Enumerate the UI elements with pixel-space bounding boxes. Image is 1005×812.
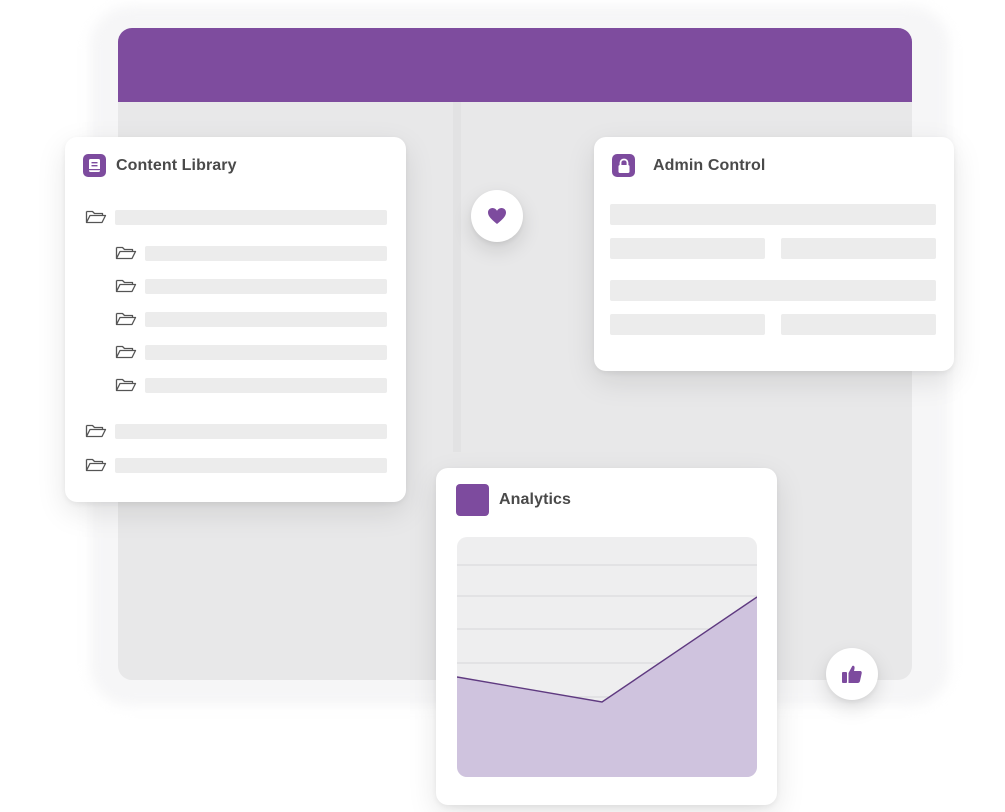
thumbs-up-icon: [842, 665, 862, 683]
form-field-placeholder: [610, 204, 936, 225]
admin-control-header: Admin Control: [612, 154, 765, 177]
form-field-placeholder: [781, 238, 936, 259]
folder-label-placeholder: [115, 210, 387, 225]
window-header-bar: [118, 28, 912, 102]
content-library-header: Content Library: [83, 154, 237, 177]
folder-label-placeholder: [145, 378, 387, 393]
folder-label-placeholder: [115, 424, 387, 439]
folder-open-icon: [85, 458, 107, 472]
book-icon: [83, 154, 106, 177]
analytics-header: Analytics: [456, 484, 571, 516]
folder-open-icon: [115, 312, 137, 326]
analytics-card: Analytics: [436, 468, 777, 805]
heart-icon: [488, 208, 506, 224]
folder-open-icon: [115, 378, 137, 392]
lock-icon: [612, 154, 635, 177]
folder-open-icon: [115, 246, 137, 260]
form-field-placeholder: [610, 314, 765, 335]
illustration-stage: Content Library Admin Control Analytics: [0, 0, 1005, 812]
content-library-card: Content Library: [65, 137, 406, 502]
folder-open-icon: [115, 279, 137, 293]
thumbs-up-bubble[interactable]: [826, 648, 878, 700]
analytics-chart: [457, 537, 757, 777]
area-fill: [457, 597, 757, 777]
folder-label-placeholder: [145, 279, 387, 294]
square-icon: [456, 484, 489, 516]
card-title: Content Library: [116, 156, 237, 174]
form-field-placeholder: [610, 238, 765, 259]
folder-label-placeholder: [145, 345, 387, 360]
folder-open-icon: [85, 210, 107, 224]
admin-control-card: Admin Control: [594, 137, 954, 371]
folder-open-icon: [115, 345, 137, 359]
window-divider: [453, 102, 461, 452]
form-field-placeholder: [781, 314, 936, 335]
folder-label-placeholder: [115, 458, 387, 473]
card-title: Admin Control: [653, 156, 766, 174]
folder-label-placeholder: [145, 312, 387, 327]
heart-bubble[interactable]: [471, 190, 523, 242]
folder-open-icon: [85, 424, 107, 438]
card-title: Analytics: [499, 491, 572, 508]
form-field-placeholder: [610, 280, 936, 301]
area-chart-svg: [457, 564, 757, 777]
folder-label-placeholder: [145, 246, 387, 261]
